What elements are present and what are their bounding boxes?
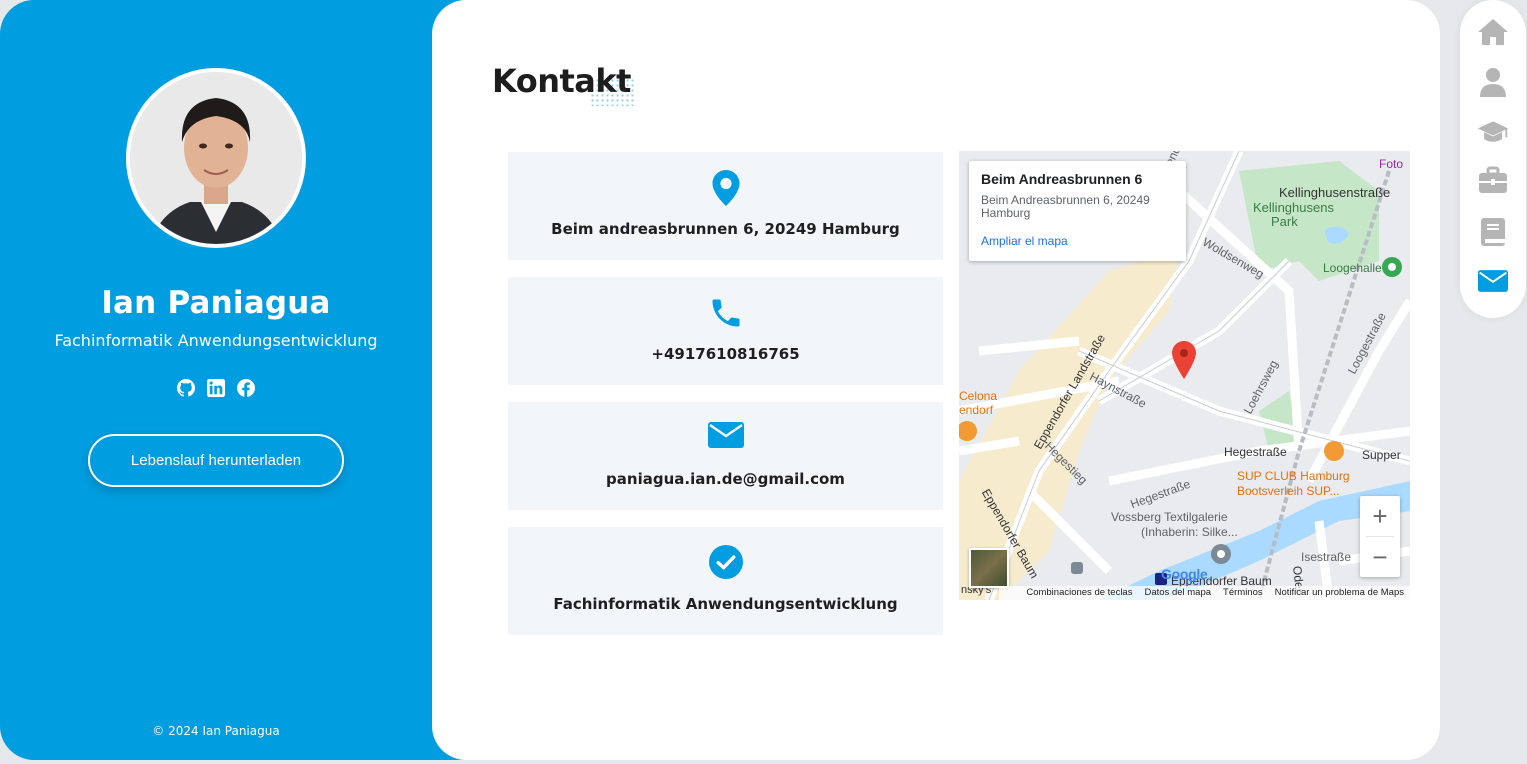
page-title: Kontakt <box>492 62 631 100</box>
avatar <box>126 68 306 248</box>
user-icon <box>1480 68 1506 97</box>
contact-card-phone: +4917610816765 <box>508 277 943 385</box>
github-icon[interactable] <box>177 379 195 397</box>
graduation-cap-icon <box>1477 121 1509 142</box>
map-label: endorf <box>959 403 994 417</box>
map-label: Kellinghusenstraße <box>1279 185 1391 200</box>
zoom-in-button[interactable]: + <box>1360 496 1400 536</box>
location-pin-icon <box>508 170 943 206</box>
map-footer-shortcuts[interactable]: Combinaciones de teclas <box>1026 586 1132 600</box>
map-footer: Combinaciones de teclas Datos del mapa T… <box>999 586 1410 600</box>
book-icon <box>1481 218 1505 246</box>
map-label: Isestraße <box>1301 550 1352 564</box>
section-nav <box>1460 0 1526 318</box>
map-label: Park <box>1271 214 1298 229</box>
contact-phone-text[interactable]: +4917610816765 <box>508 345 943 363</box>
nav-about[interactable] <box>1477 66 1509 98</box>
linkedin-icon[interactable] <box>207 379 225 397</box>
map-label: Supper <box>1362 448 1401 462</box>
envelope-icon <box>1478 270 1508 292</box>
google-map[interactable]: Kellinghusenstraße Kellinghusens Park Lo… <box>959 151 1410 600</box>
download-cv-button[interactable]: Lebenslauf herunterladen <box>88 434 344 487</box>
google-logo: Google <box>1161 566 1208 582</box>
map-label: Loogehalle <box>1323 261 1382 275</box>
social-links <box>0 379 432 397</box>
map-label: Bootsverleih SUP... <box>1237 484 1340 498</box>
map-zoom-control: + − <box>1360 496 1400 577</box>
contact-email-text[interactable]: paniagua.ian.de@gmail.com <box>508 470 943 488</box>
main-panel: Kontakt Beim andreasbrunnen 6, 20249 Ham… <box>432 0 1440 760</box>
contact-card-email: paniagua.ian.de@gmail.com <box>508 402 943 510</box>
map-place-title: Beim Andreasbrunnen 6 <box>981 171 1143 187</box>
map-label: Kellinghusens <box>1253 200 1334 215</box>
zoom-out-button[interactable]: − <box>1360 537 1400 577</box>
map-footer-data[interactable]: Datos del mapa <box>1144 586 1211 600</box>
contact-card-address: Beim andreasbrunnen 6, 20249 Hamburg <box>508 152 943 260</box>
profile-name: Ian Paniagua <box>101 285 331 321</box>
copyright: © 2024 Ian Paniagua <box>152 724 280 738</box>
home-icon <box>1478 19 1508 45</box>
briefcase-icon <box>1479 166 1507 193</box>
map-footer-terms[interactable]: Términos <box>1223 586 1263 600</box>
profile-role: Fachinformatik Anwendungsentwicklung <box>54 331 378 350</box>
nav-experience[interactable] <box>1477 164 1509 196</box>
map-expand-link[interactable]: Ampliar el mapa <box>981 234 1174 248</box>
nav-home[interactable] <box>1477 16 1509 48</box>
facebook-icon[interactable] <box>237 379 255 397</box>
nav-contact[interactable] <box>1477 265 1509 297</box>
map-label: (Inhaberin: Silke... <box>1141 525 1238 539</box>
map-label: Celona <box>959 389 998 403</box>
nav-portfolio[interactable] <box>1477 216 1509 248</box>
envelope-icon <box>508 420 943 456</box>
satellite-toggle[interactable] <box>969 548 1009 588</box>
map-footer-report[interactable]: Notificar un problema de Maps <box>1275 586 1404 600</box>
map-label: Hegestraße <box>1224 445 1287 459</box>
map-place-card: Beim Andreasbrunnen 6 Beim Andreasbrunne… <box>969 161 1186 261</box>
contact-card-profession: Fachinformatik Anwendungsentwicklung <box>508 527 943 635</box>
contact-profession-text: Fachinformatik Anwendungsentwicklung <box>553 595 898 613</box>
check-circle-icon <box>508 545 943 581</box>
nav-education[interactable] <box>1477 116 1509 148</box>
avatar-photo <box>130 72 302 244</box>
profile-sidebar: Ian Paniagua Fachinformatik Anwendungsen… <box>0 0 470 760</box>
phone-icon <box>508 295 943 331</box>
map-label: SUP CLUB Hamburg <box>1237 469 1350 483</box>
map-place-address: Beim Andreasbrunnen 6, 20249 Hamburg <box>981 193 1150 220</box>
contact-address-text: Beim andreasbrunnen 6, 20249 Hamburg <box>551 220 900 238</box>
map-label: Vossberg Textilgalerie <box>1111 510 1228 524</box>
map-label: Foto <box>1379 157 1404 171</box>
